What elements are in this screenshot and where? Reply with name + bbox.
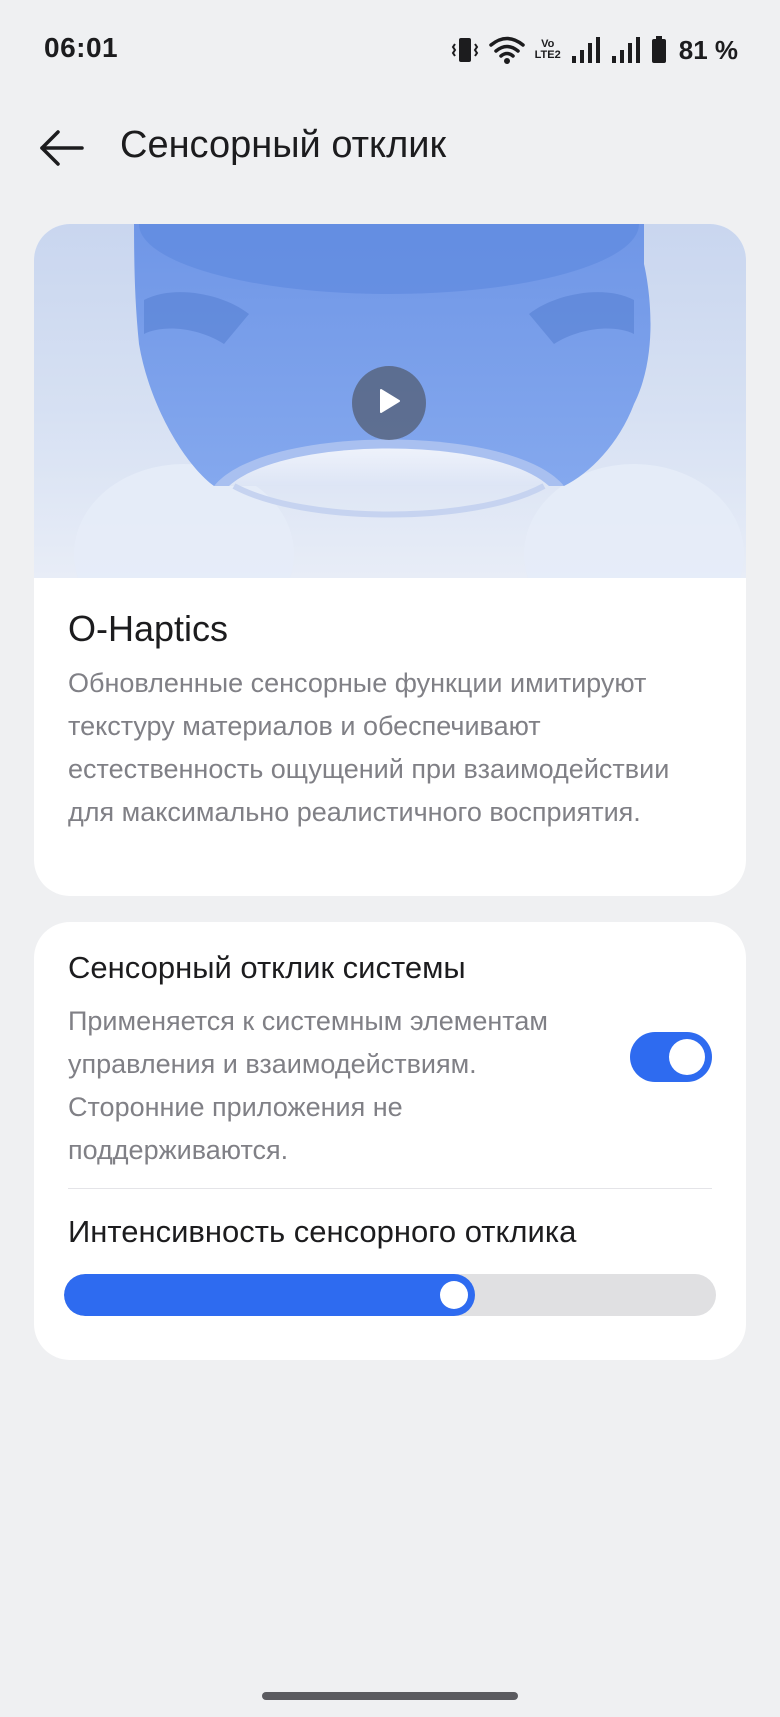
intro-description: Обновленные сенсорные функции имитируют … xyxy=(68,668,670,827)
intensity-title: Интенсивность сенсорного отклика xyxy=(68,1214,577,1249)
play-icon xyxy=(377,388,401,419)
wifi-icon xyxy=(488,35,525,65)
intensity-slider[interactable] xyxy=(64,1274,716,1316)
status-icons: Vo LTE2 81 % xyxy=(451,32,738,68)
haptics-video[interactable] xyxy=(34,224,746,578)
intensity-slider-fill xyxy=(64,1274,475,1316)
battery-icon xyxy=(651,36,667,64)
back-button[interactable] xyxy=(32,120,92,180)
signal-icon-2 xyxy=(611,36,641,64)
page-title: Сенсорный отклик xyxy=(120,124,447,166)
intensity-slider-thumb[interactable] xyxy=(440,1281,468,1309)
arrow-left-icon xyxy=(38,128,86,173)
intro-title: O-Haptics xyxy=(68,608,229,649)
system-haptics-toggle[interactable] xyxy=(630,1032,712,1082)
settings-card: Сенсорный отклик системы Применяется к с… xyxy=(34,922,746,1360)
header: Сенсорный отклик xyxy=(0,110,780,190)
home-indicator[interactable] xyxy=(262,1692,518,1700)
system-haptics-description: Применяется к системным элементам управл… xyxy=(68,1006,548,1165)
toggle-knob xyxy=(669,1039,705,1075)
play-button[interactable] xyxy=(352,366,426,440)
signal-icon-1 xyxy=(571,36,601,64)
system-haptics-title: Сенсорный отклик системы xyxy=(68,950,466,985)
vibrate-icon xyxy=(451,35,479,65)
status-bar: 06:01 Vo LTE2 81 % xyxy=(0,0,780,100)
status-time: 06:01 xyxy=(44,32,119,63)
battery-percentage: 81 % xyxy=(678,34,738,65)
intro-card: O-Haptics Обновленные сенсорные функции … xyxy=(34,224,746,896)
divider xyxy=(68,1188,712,1189)
volte-icon: Vo LTE2 xyxy=(534,38,561,61)
